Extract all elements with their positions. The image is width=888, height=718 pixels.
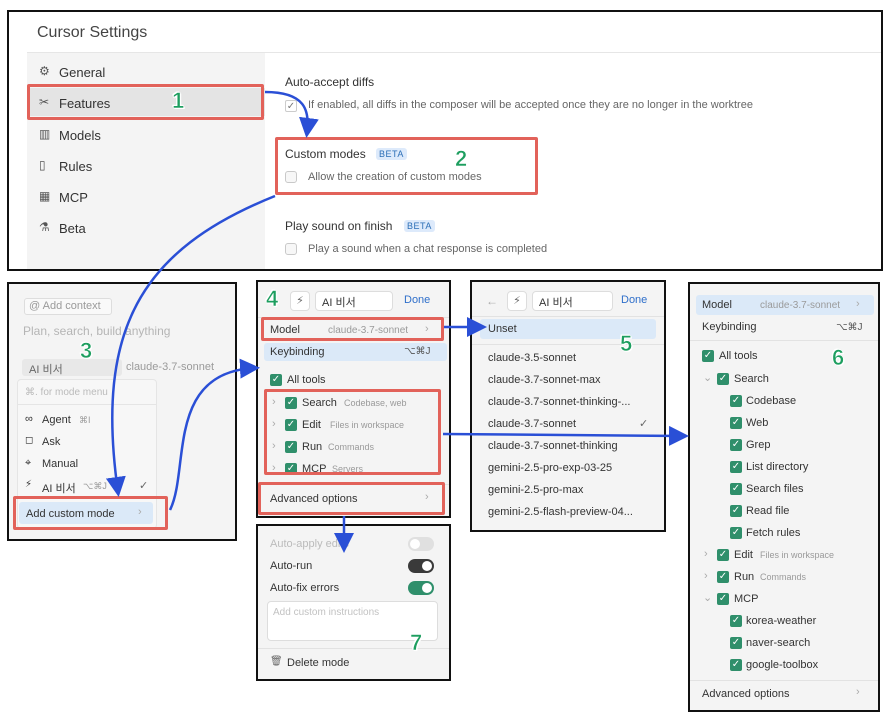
step-number: 3 [80,338,93,364]
arrow-3-to-4 [168,358,260,511]
step-number: 2 [455,146,468,172]
flow-arrows [105,90,689,553]
step-number: 1 [172,88,185,114]
step-number: 6 [832,345,845,371]
arrow-4-to-6 [442,425,689,446]
arrow-1-to-2 [264,90,319,138]
arrow-2-to-3 [105,194,276,497]
step-number: 5 [620,331,633,357]
step-number: 7 [410,630,423,656]
step-number: 4 [266,286,279,312]
